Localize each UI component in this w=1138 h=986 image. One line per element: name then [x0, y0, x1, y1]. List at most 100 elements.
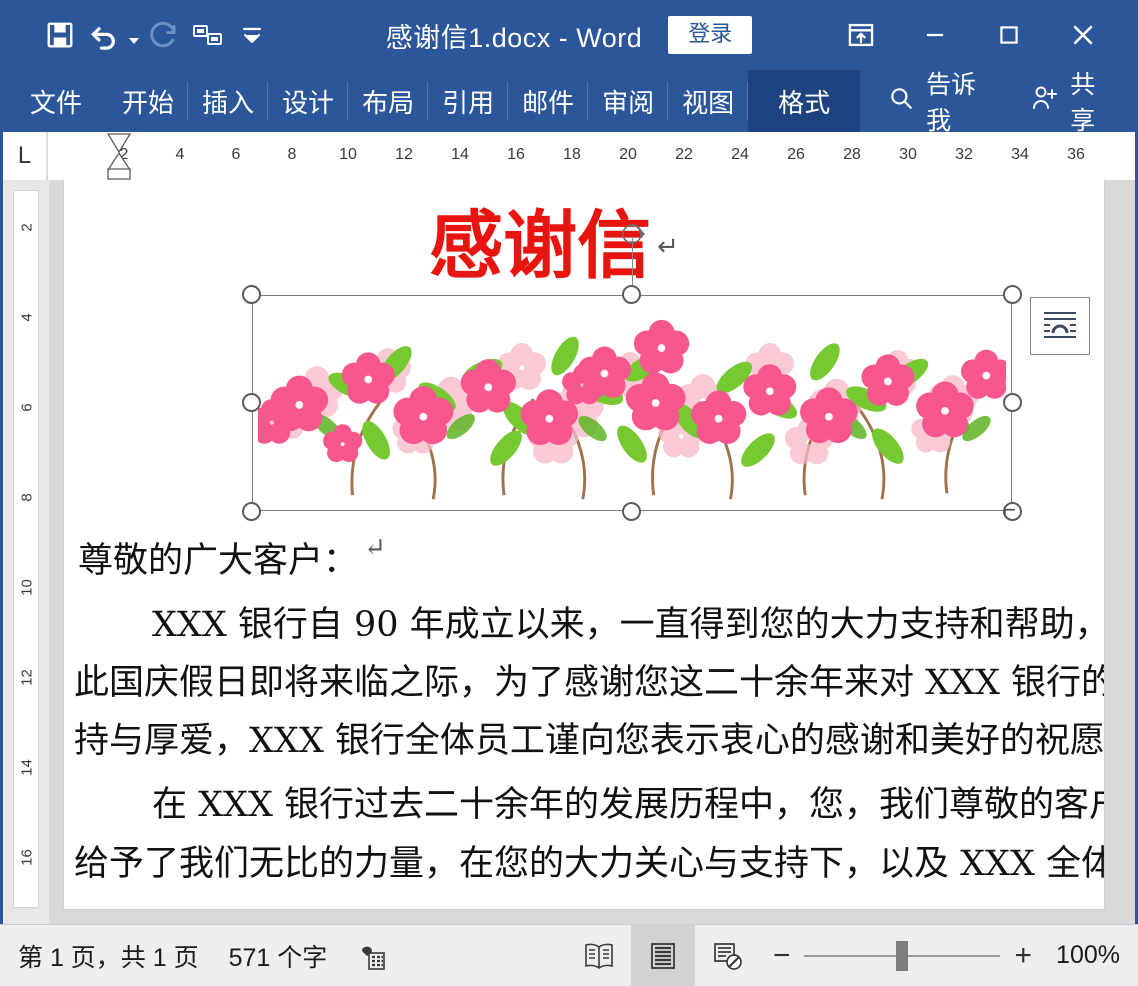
status-bar: 第 1 页，共 1 页 571 个字 − + 100% [0, 924, 1138, 986]
object-anchor-icon: ⌐ [1003, 497, 1016, 523]
proofing-status-icon[interactable] [357, 940, 389, 972]
page-content[interactable]: 感谢信 ↵ ⌐ 尊敬的广大客户： ↵ XXX 银行自 90 年成立以来，一直得到… [64, 180, 1104, 909]
hruler-tick: 8 [287, 146, 297, 163]
word-count-status[interactable]: 571 个字 [229, 938, 328, 974]
vertical-ruler[interactable]: 2 4 6 8 10 12 14 16 [3, 132, 49, 924]
tab-design[interactable]: 设计 [268, 70, 349, 132]
tab-home[interactable]: 开始 [108, 70, 189, 132]
hruler-tick: 36 [1067, 146, 1085, 163]
layout-options-button[interactable] [1030, 297, 1090, 356]
share-button[interactable]: 共享 [1016, 70, 1138, 135]
share-label: 共享 [1070, 71, 1096, 135]
resize-handle-bottom-left[interactable] [242, 502, 261, 522]
tab-review[interactable]: 审阅 [588, 70, 669, 132]
vruler-tick: 8 [18, 493, 36, 502]
resize-handle-bottom-center[interactable] [622, 502, 641, 522]
resize-handle-top-center[interactable] [622, 285, 641, 305]
web-layout-view-icon[interactable] [695, 925, 759, 986]
maximize-icon[interactable] [972, 7, 1046, 63]
vruler-tick: 10 [18, 579, 36, 596]
zoom-slider[interactable] [804, 940, 1001, 971]
status-left-group: 第 1 页，共 1 页 571 个字 [0, 938, 389, 974]
hruler-tick: 24 [731, 146, 749, 163]
vruler-tick: 16 [18, 849, 36, 866]
tell-me-label: 告诉我 [926, 71, 977, 135]
indent-markers[interactable] [106, 132, 132, 180]
vertical-ruler-strip: 2 4 6 8 10 12 14 16 [13, 190, 39, 908]
hruler-tick: 26 [787, 146, 805, 163]
tab-stop-selector[interactable]: L [3, 132, 47, 180]
undo-icon[interactable] [82, 12, 126, 58]
zoom-control: − + 100% [759, 940, 1138, 971]
touch-mouse-mode-icon[interactable] [186, 12, 230, 58]
hruler-tick: 34 [1011, 146, 1029, 163]
paragraph-mark-icon: ↵ [657, 232, 679, 262]
ribbon-tab-bar: 文件 开始 插入 设计 布局 引用 邮件 审阅 视图 格式 告诉我 共享 [0, 70, 1138, 135]
document-line-text: 持与厚爱，XXX 银行全体员工谨向您表示衷心的感谢和美好的祝愿 [74, 721, 1104, 762]
vruler-tick: 4 [18, 313, 36, 322]
hruler-tick: 14 [451, 146, 469, 163]
hruler-tick: 6 [231, 146, 241, 163]
hruler-tick: 30 [899, 146, 917, 163]
hruler-tick: 28 [843, 146, 861, 163]
vruler-tick: 2 [18, 223, 36, 232]
document-salutation: 尊敬的广大客户： ↵ [78, 527, 1104, 590]
rotation-handle-icon[interactable] [614, 219, 650, 249]
document-canvas[interactable]: 感谢信 ↵ ⌐ 尊敬的广大客户： ↵ XXX 银行自 90 年成立以来，一直得到… [49, 180, 1135, 924]
close-icon[interactable] [1046, 7, 1120, 63]
left-indent-icon [107, 168, 131, 180]
title-bar: 感谢信1.docx - Word 登录 [0, 0, 1138, 70]
horizontal-ruler-row: L 2 4 6 8 10 12 14 16 18 20 22 24 26 28 … [3, 132, 1135, 180]
document-line: 持与厚爱，XXX 银行全体员工谨向您表示衷心的感谢和美好的祝愿 [74, 712, 1104, 770]
undo-dropdown-icon[interactable] [126, 12, 142, 58]
zoom-level-label[interactable]: 100% [1046, 941, 1120, 970]
paragraph-mark-icon: ↵ [364, 533, 386, 564]
hruler-tick: 12 [395, 146, 413, 163]
tab-layout[interactable]: 布局 [348, 70, 429, 132]
hruler-tick: 18 [563, 146, 581, 163]
tab-insert[interactable]: 插入 [188, 70, 269, 132]
zoom-out-button[interactable]: − [773, 940, 791, 971]
resize-handle-middle-left[interactable] [242, 393, 261, 413]
page-number-status[interactable]: 第 1 页，共 1 页 [18, 938, 199, 974]
horizontal-ruler[interactable]: 2 4 6 8 10 12 14 16 18 20 22 24 26 28 30… [47, 132, 1135, 180]
sign-in-button[interactable]: 登录 [668, 16, 753, 54]
tell-me-search[interactable]: 告诉我 [860, 70, 1016, 135]
read-mode-view-icon[interactable] [567, 925, 631, 986]
hruler-tick: 10 [339, 146, 357, 163]
flower-border-picture[interactable]: ⌐ [242, 223, 1090, 522]
tab-mailings[interactable]: 邮件 [508, 70, 589, 132]
hruler-tick: 4 [175, 146, 185, 163]
tab-format[interactable]: 格式 [748, 70, 861, 132]
tab-file[interactable]: 文件 [0, 70, 108, 132]
save-icon[interactable] [38, 12, 82, 58]
redo-icon[interactable] [142, 12, 186, 58]
picture-selection-frame [252, 295, 1012, 512]
resize-handle-middle-right[interactable] [1003, 393, 1022, 413]
page-title: 感谢信1.docx - Word [385, 22, 643, 53]
ribbon-display-options-icon[interactable] [824, 7, 898, 63]
minimize-icon[interactable] [898, 7, 972, 63]
hanging-indent-icon [106, 151, 132, 171]
resize-handle-top-left[interactable] [242, 285, 261, 305]
salutation-text: 尊敬的广大客户： [78, 541, 359, 582]
window-controls [824, 7, 1138, 63]
document-heading: 感谢信 ↵ [74, 203, 1034, 289]
first-line-indent-icon [106, 133, 132, 154]
tab-view[interactable]: 视图 [668, 70, 749, 132]
document-column: L 2 4 6 8 10 12 14 16 18 20 22 24 26 28 … [3, 132, 1135, 924]
hruler-tick: 20 [619, 146, 637, 163]
vruler-tick: 6 [18, 403, 36, 412]
vruler-tick: 12 [18, 669, 36, 686]
zoom-in-button[interactable]: + [1014, 940, 1032, 971]
document-line-text: XXX 银行自 90 年成立以来，一直得到您的大力支持和帮助， [152, 605, 1104, 646]
customize-qat-icon[interactable] [230, 12, 274, 58]
horizontal-ruler-strip: 2 4 6 8 10 12 14 16 18 20 22 24 26 28 30… [48, 136, 1135, 174]
zoom-slider-thumb[interactable] [896, 940, 909, 971]
document-line-text: 此国庆假日即将来临之际，为了感谢您这二十余年来对 XXX 银行的支 [74, 663, 1104, 704]
print-layout-view-icon[interactable] [630, 924, 695, 986]
vruler-tick: 14 [18, 759, 36, 776]
tab-references[interactable]: 引用 [428, 70, 509, 132]
document-page[interactable]: 感谢信 ↵ ⌐ 尊敬的广大客户： ↵ XXX 银行自 90 年成立以来，一直得到… [63, 180, 1105, 910]
resize-handle-top-right[interactable] [1003, 285, 1022, 305]
